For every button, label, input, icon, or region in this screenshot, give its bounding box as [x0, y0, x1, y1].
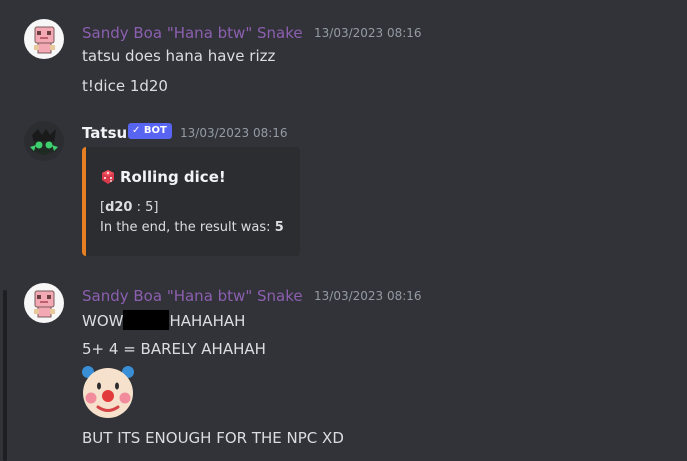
- avatar-sandy[interactable]: [24, 19, 64, 59]
- roll-line: [d20 : 5]: [100, 200, 158, 216]
- username-sandy[interactable]: Sandy Boa "Hana btw" Snake: [82, 287, 303, 305]
- dice-embed: Rolling dice! [d20 : 5] In the end, the …: [82, 147, 300, 256]
- timestamp[interactable]: 13/03/2023 08:16: [314, 26, 422, 40]
- bot-badge: ✓ BOT: [128, 123, 172, 139]
- timestamp[interactable]: 13/03/2023 08:16: [180, 126, 288, 140]
- message-text-start: WOW: [82, 312, 124, 330]
- result-value: 5: [274, 220, 284, 235]
- message-text: WOW HAHAHAH: [82, 310, 245, 330]
- pink-character-avatar-icon: [24, 283, 64, 323]
- avatar-sandy[interactable]: [24, 283, 64, 323]
- redacted-block: [123, 310, 170, 330]
- message-text: BUT ITS ENOUGH FOR THE NPC XD: [82, 429, 344, 447]
- avatar-tatsu[interactable]: [24, 121, 64, 161]
- dice-icon: [102, 170, 114, 184]
- roll-rest: : 5]: [132, 200, 159, 215]
- embed-title: Rolling dice!: [100, 168, 226, 186]
- message-text: tatsu does hana have rizz: [82, 47, 276, 65]
- username-tatsu[interactable]: Tatsu: [82, 124, 127, 142]
- result-line: In the end, the result was: 5: [100, 220, 284, 236]
- clown-face-emoji[interactable]: [80, 364, 136, 420]
- roll-die: d20: [105, 200, 133, 215]
- clown-face-icon: [82, 366, 134, 418]
- result-prefix: In the end, the result was:: [100, 220, 275, 235]
- pink-character-avatar-icon: [24, 19, 64, 59]
- timestamp[interactable]: 13/03/2023 08:16: [314, 289, 422, 303]
- embed-title-text: Rolling dice!: [120, 168, 226, 186]
- message-text: 5+ 4 = BARELY AHAHAH: [82, 340, 266, 358]
- scrollbar[interactable]: [3, 290, 7, 461]
- message-text-end: HAHAHAH: [169, 312, 246, 330]
- tatsu-dragon-avatar-icon: [24, 121, 64, 161]
- username-sandy[interactable]: Sandy Boa "Hana btw" Snake: [82, 24, 303, 42]
- chat-messages: Sandy Boa "Hana btw" Snake 13/03/2023 08…: [0, 0, 687, 461]
- message-text: t!dice 1d20: [82, 77, 168, 95]
